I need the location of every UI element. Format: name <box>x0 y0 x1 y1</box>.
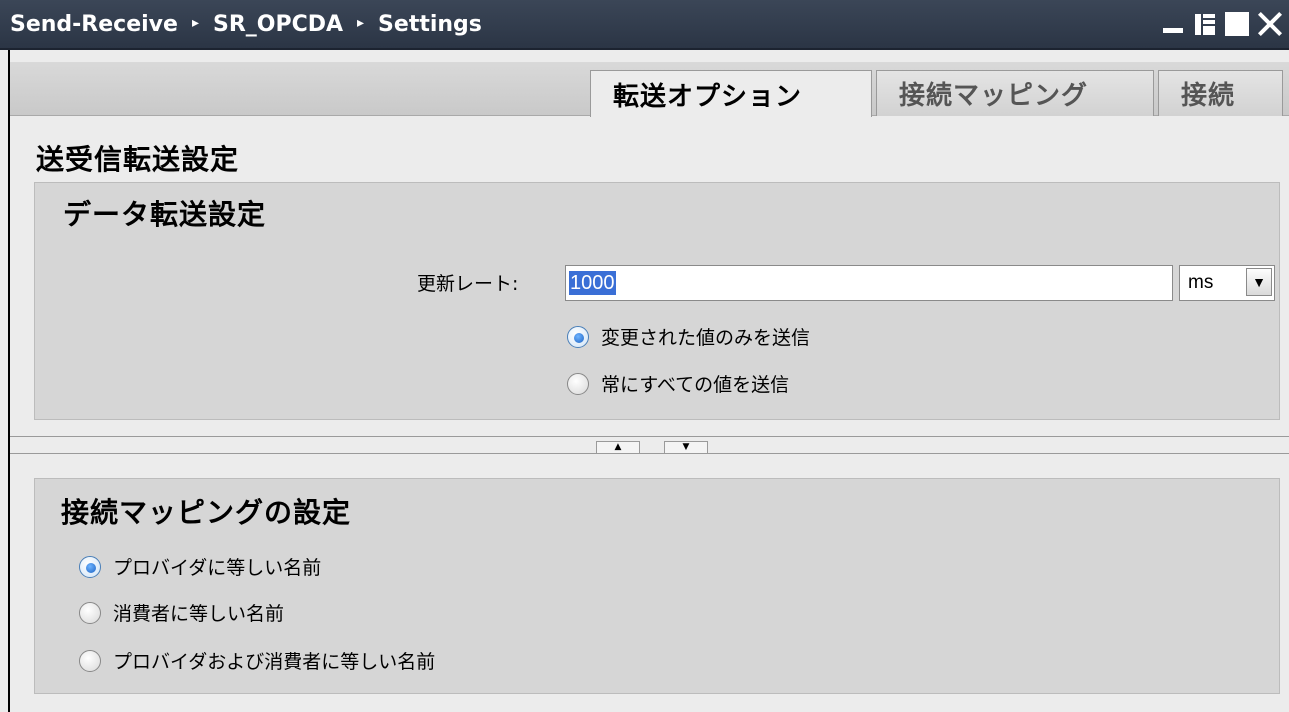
radio-checked-icon[interactable] <box>567 325 589 348</box>
breadcrumb-item-settings[interactable]: Settings <box>378 12 482 37</box>
data-transfer-group: データ転送設定 更新レート: 1000 ms ▼ 変更された値のみを送信 常にす… <box>34 182 1280 420</box>
update-rate-label: 更新レート: <box>417 273 519 295</box>
breadcrumb-separator-icon: ▸ <box>191 15 199 31</box>
float-window-icon[interactable] <box>1193 11 1217 37</box>
radio-unchecked-icon[interactable] <box>567 372 589 395</box>
minimize-icon[interactable] <box>1161 11 1185 37</box>
unit-select[interactable]: ms ▼ <box>1179 265 1275 301</box>
tab-connection-mapping[interactable]: 接続マッピング <box>876 70 1154 116</box>
radio-label: 消費者に等しい名前 <box>113 603 285 625</box>
tab-transfer-options[interactable]: 転送オプション <box>590 70 872 117</box>
breadcrumb-item-sr-opcda[interactable]: SR_OPCDA <box>213 12 343 37</box>
radio-unchecked-icon[interactable] <box>79 649 101 672</box>
connection-mapping-group: 接続マッピングの設定 プロバイダに等しい名前 消費者に等しい名前 プロバイダおよ… <box>34 478 1280 694</box>
radio-name-equals-provider-and-consumer[interactable]: プロバイダおよび消費者に等しい名前 <box>79 647 435 674</box>
radio-label: プロバイダおよび消費者に等しい名前 <box>113 651 436 673</box>
close-icon[interactable] <box>1257 10 1283 38</box>
radio-unchecked-icon[interactable] <box>79 601 101 624</box>
radio-name-equals-provider[interactable]: プロバイダに等しい名前 <box>79 553 321 580</box>
splitter-top-line <box>10 436 1289 437</box>
radio-checked-icon[interactable] <box>79 555 101 578</box>
radio-label: 常にすべての値を送信 <box>601 374 790 396</box>
data-transfer-title: データ転送設定 <box>63 198 267 231</box>
tab-strip: 転送オプション 接続マッピング 接続 <box>10 62 1289 117</box>
update-rate-input[interactable]: 1000 <box>565 265 1173 301</box>
editor-border <box>8 50 10 712</box>
page-title: 送受信転送設定 <box>36 143 240 176</box>
breadcrumb-item-send-receive[interactable]: Send-Receive <box>10 12 178 37</box>
chevron-down-icon[interactable]: ▼ <box>1246 268 1272 296</box>
radio-name-equals-consumer[interactable]: 消費者に等しい名前 <box>79 599 284 626</box>
radio-send-changed-only[interactable]: 変更された値のみを送信 <box>567 323 810 350</box>
title-bar: Send-Receive ▸ SR_OPCDA ▸ Settings <box>0 0 1289 50</box>
breadcrumb-separator-icon: ▸ <box>357 15 365 31</box>
splitter-bottom-line <box>10 453 1289 454</box>
maximize-icon[interactable] <box>1225 12 1249 36</box>
breadcrumb: Send-Receive ▸ SR_OPCDA ▸ Settings <box>0 12 482 37</box>
collapse-down-icon[interactable]: ▼ <box>664 441 708 453</box>
unit-value: ms <box>1188 272 1214 293</box>
window-controls <box>1161 10 1283 38</box>
tab-connection[interactable]: 接続 <box>1158 70 1283 116</box>
radio-label: 変更された値のみを送信 <box>601 327 811 349</box>
update-rate-value: 1000 <box>569 271 616 295</box>
connection-mapping-title: 接続マッピングの設定 <box>61 496 352 529</box>
radio-send-all-always[interactable]: 常にすべての値を送信 <box>567 370 789 397</box>
collapse-up-icon[interactable]: ▲ <box>596 441 640 453</box>
radio-label: プロバイダに等しい名前 <box>113 557 322 579</box>
